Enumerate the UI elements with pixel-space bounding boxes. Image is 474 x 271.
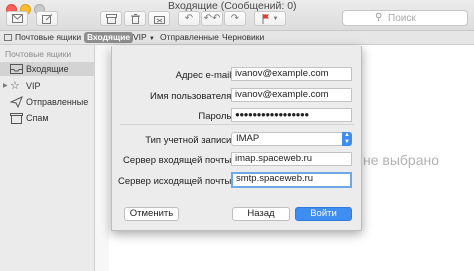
sidebar-item-vip[interactable]: ▶ ☆ VIP — [0, 79, 94, 93]
inbox-icon — [10, 64, 23, 74]
username-field[interactable]: ivanov@example.com — [231, 88, 352, 102]
reply-all-icon: ↶↶ — [203, 13, 221, 24]
chevron-down-icon: ▼ — [272, 15, 279, 22]
fav-drafts[interactable]: Черновики — [222, 32, 264, 43]
fav-inbox[interactable]: Входящие — [84, 32, 134, 43]
forward-icon: ↷ — [230, 13, 240, 24]
sidebar-item-label: Спам — [26, 113, 49, 123]
reply-icon: ↶ — [184, 13, 194, 24]
flag-icon — [262, 13, 269, 24]
password-field[interactable]: ●●●●●●●●●●●●●●●●● — [231, 108, 352, 122]
incoming-server-field[interactable]: imap.spaceweb.ru — [231, 152, 352, 166]
message-list[interactable] — [95, 45, 109, 271]
sidebar-item-label: Входящие — [26, 64, 69, 74]
account-setup-sheet: Адрес e-mail: ivanov@example.com Имя пол… — [111, 46, 362, 231]
sidebar-item-inbox[interactable]: Входящие — [0, 62, 94, 76]
fav-vip[interactable]: VIP ▼ — [133, 32, 155, 45]
junk-icon — [10, 113, 23, 124]
paper-plane-icon — [10, 96, 23, 108]
delete-button[interactable] — [124, 11, 146, 26]
search-placeholder: Поиск — [388, 13, 416, 24]
forward-button[interactable]: ↷ — [224, 11, 246, 26]
divider — [120, 124, 354, 125]
outgoing-server-label: Сервер исходящей почты: — [118, 176, 234, 187]
archive-icon — [105, 13, 117, 24]
username-label: Имя пользователя: — [150, 91, 234, 102]
reply-button[interactable]: ↶ — [178, 11, 200, 26]
account-type-select[interactable]: IMAP ▲ ▼ — [231, 132, 352, 146]
email-label: Адрес e-mail: — [175, 70, 234, 81]
sidebar: Почтовые ящики Входящие ▶ ☆ VIP Отправле… — [0, 45, 95, 271]
star-icon: ☆ — [10, 80, 20, 92]
account-type-label: Тип учетной записи: — [145, 135, 234, 146]
fav-sent[interactable]: Отправленные — [160, 32, 219, 43]
fav-mailboxes[interactable]: Почтовые ящики — [4, 32, 81, 43]
titlebar: Входящие (Сообщений: 0) ↶ ↶↶ ↷ ▼ ⚲ Поиск — [0, 0, 474, 31]
sidebar-item-junk[interactable]: Спам — [0, 111, 94, 125]
favorites-bar: Почтовые ящики Входящие VIP ▼ Отправленн… — [0, 31, 474, 45]
password-label: Пароль: — [198, 111, 234, 122]
no-selection-text: не выбрано — [363, 152, 440, 168]
new-message-button[interactable] — [36, 11, 58, 26]
email-field[interactable]: ivanov@example.com — [231, 67, 352, 81]
flag-button[interactable]: ▼ — [254, 11, 286, 26]
search-icon: ⚲ — [375, 12, 383, 23]
back-button[interactable]: Назад — [232, 207, 290, 221]
compose-button[interactable] — [6, 11, 28, 26]
reply-all-button[interactable]: ↶↶ — [201, 11, 223, 26]
outgoing-server-field[interactable]: smtp.spaceweb.ru — [231, 172, 352, 188]
compose-icon — [11, 14, 23, 23]
junk-icon — [153, 15, 165, 24]
junk-button[interactable] — [148, 11, 170, 26]
sidebar-heading: Почтовые ящики — [5, 49, 72, 59]
sidebar-item-sent[interactable]: Отправленные — [0, 95, 94, 109]
sidebar-item-label: Отправленные — [26, 97, 89, 107]
account-type-value: IMAP — [236, 133, 260, 144]
updown-chevron-icon: ▲ ▼ — [342, 132, 352, 146]
login-button[interactable]: Войти — [295, 207, 352, 221]
search-field[interactable]: ⚲ Поиск — [342, 10, 468, 26]
disclosure-triangle-icon[interactable]: ▶ — [3, 79, 8, 93]
sidebar-item-label: VIP — [26, 81, 41, 91]
archive-button[interactable] — [100, 11, 122, 26]
sidebar-toggle-icon — [4, 34, 12, 42]
cancel-button[interactable]: Отменить — [124, 207, 179, 221]
incoming-server-label: Сервер входящей почты: — [123, 155, 234, 166]
chevron-down-icon: ▼ — [148, 36, 155, 42]
trash-icon — [130, 13, 140, 24]
pencil-square-icon — [41, 13, 52, 24]
